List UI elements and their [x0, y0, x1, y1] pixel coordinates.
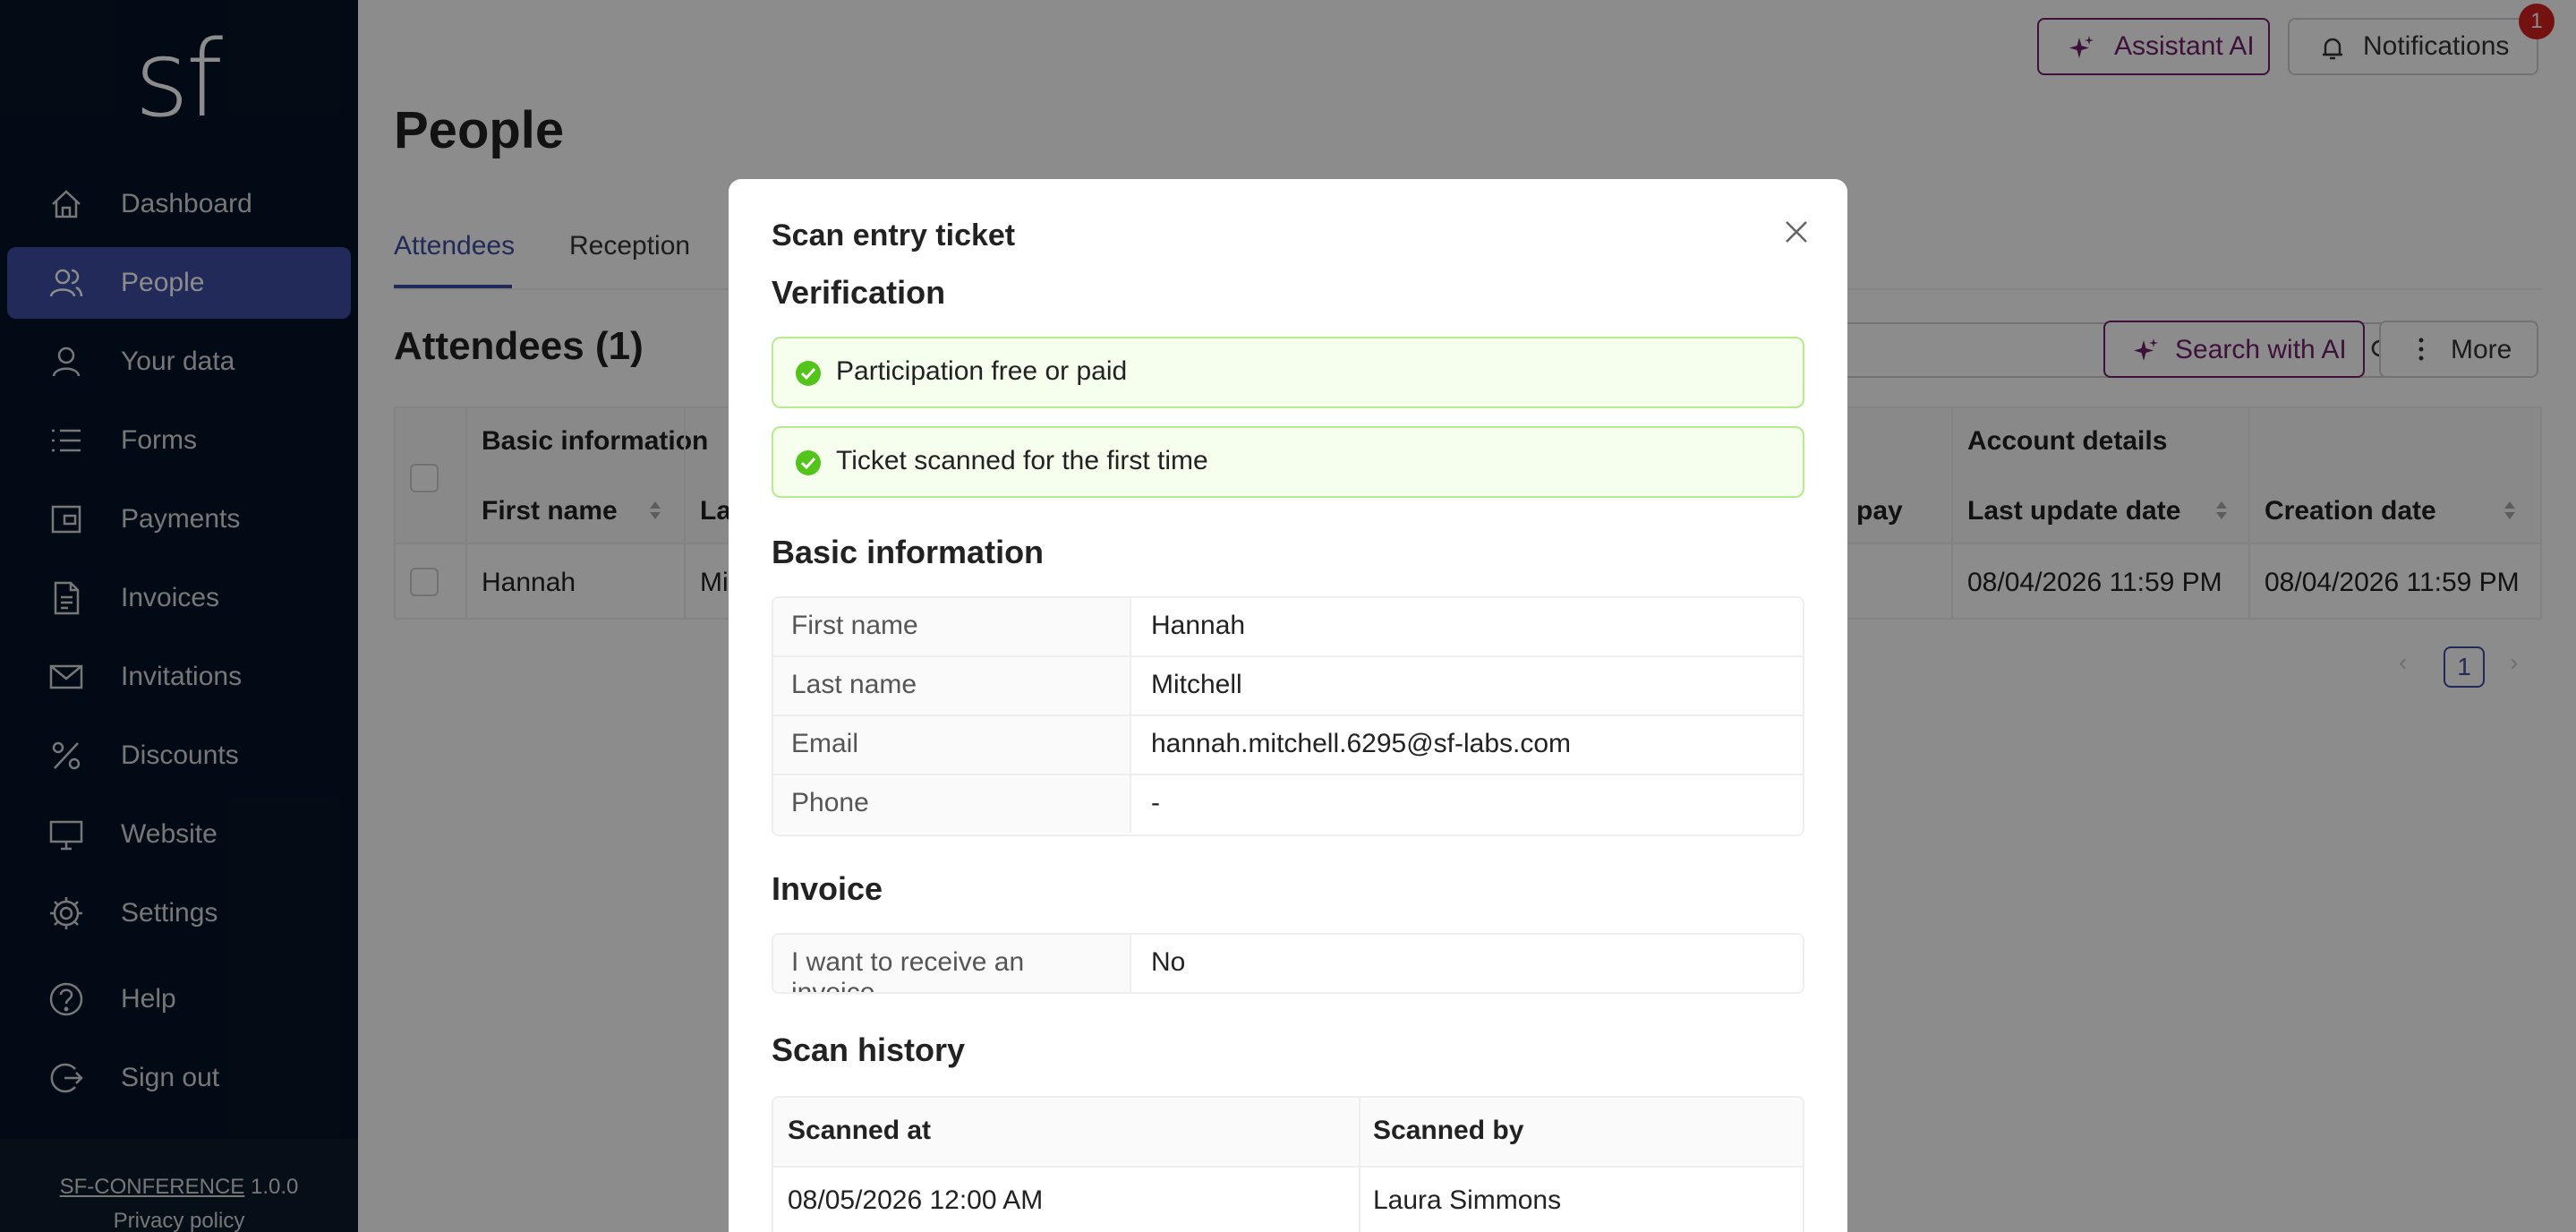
field-label: I want to receive an invoice	[773, 935, 1131, 992]
check-text: Participation free or paid	[836, 356, 1128, 386]
field-row: Email hannah.mitchell.6295@sf-labs.com	[773, 716, 1803, 775]
check-circle-icon	[796, 361, 821, 386]
close-icon[interactable]	[1781, 217, 1812, 247]
verification-heading: Verification	[772, 274, 946, 311]
field-value: -	[1151, 788, 1160, 817]
modal-title: Scan entry ticket	[772, 218, 1016, 252]
cell-scanned-at: 08/05/2026 12:00 AM	[788, 1185, 1044, 1215]
check-participation: Participation free or paid	[772, 337, 1804, 408]
scan-history-table: Scanned at Scanned by 08/05/2026 12:00 A…	[772, 1096, 1804, 1232]
field-label: Last name	[773, 657, 1131, 714]
check-circle-icon	[796, 450, 821, 475]
field-label: Phone	[773, 775, 1131, 833]
field-row: Last name Mitchell	[773, 657, 1803, 716]
field-row: I want to receive an invoice No	[773, 935, 1803, 992]
field-row: Phone -	[773, 775, 1803, 834]
column-divider	[1359, 1098, 1361, 1232]
field-value: Mitchell	[1151, 670, 1242, 699]
basic-information-table: First name Hannah Last name Mitchell Ema…	[772, 596, 1804, 836]
invoice-heading: Invoice	[772, 870, 883, 907]
col-scanned-by: Scanned by	[1373, 1116, 1524, 1145]
field-label: Email	[773, 716, 1131, 774]
basic-information-heading: Basic information	[772, 534, 1045, 570]
invoice-table: I want to receive an invoice No	[772, 933, 1804, 994]
field-label: First name	[773, 598, 1131, 655]
check-text: Ticket scanned for the first time	[836, 446, 1208, 475]
scan-ticket-modal: Scan entry ticket Verification Participa…	[729, 179, 1847, 1232]
field-row: First name Hannah	[773, 598, 1803, 657]
col-scanned-at: Scanned at	[788, 1116, 932, 1145]
scan-history-heading: Scan history	[772, 1031, 966, 1068]
check-first-scan: Ticket scanned for the first time	[772, 426, 1804, 498]
field-value: hannah.mitchell.6295@sf-labs.com	[1151, 729, 1572, 758]
field-value: Hannah	[1151, 611, 1246, 640]
cell-scanned-by: Laura Simmons	[1373, 1185, 1562, 1215]
field-value: No	[1151, 947, 1186, 977]
